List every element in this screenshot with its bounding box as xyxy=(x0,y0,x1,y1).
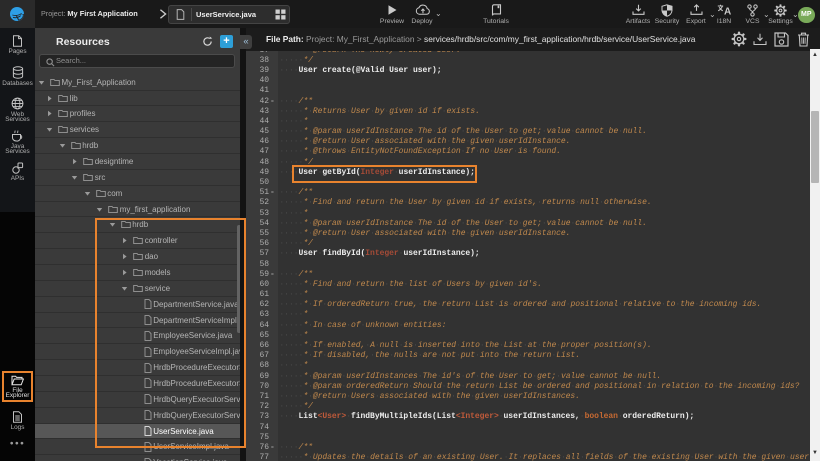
svg-text:A: A xyxy=(724,7,731,17)
